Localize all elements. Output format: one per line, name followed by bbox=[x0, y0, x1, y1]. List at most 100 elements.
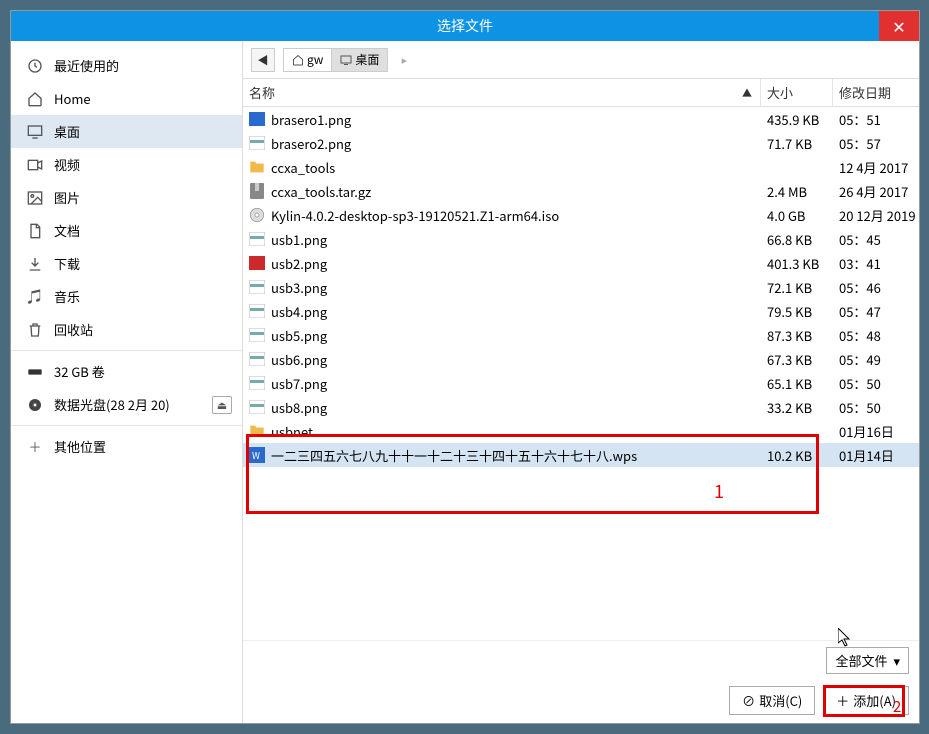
file-row[interactable]: usb2.png 401.3 KB03：41 bbox=[243, 251, 919, 275]
file-row[interactable]: usb7.png65.1 KB05：50 bbox=[243, 371, 919, 395]
forward-button[interactable]: ▸ bbox=[392, 48, 416, 72]
sidebar-item-trash[interactable]: 回收站 bbox=[11, 313, 242, 346]
desktop-icon bbox=[26, 123, 44, 141]
music-icon: ♫ bbox=[26, 288, 44, 306]
file-row[interactable]: usbnet 01月16日 bbox=[243, 419, 919, 443]
chevron-down-icon: ▾ bbox=[893, 651, 900, 670]
plus-icon: ＋ bbox=[836, 691, 849, 710]
file-row[interactable]: ccxa_tools 12 4月 2017 bbox=[243, 155, 919, 179]
file-name-cell: usb8.png bbox=[243, 398, 761, 417]
sidebar-item-drive[interactable]: 32 GB 卷 bbox=[11, 355, 242, 388]
add-label: 添加(A) bbox=[853, 691, 896, 710]
video-icon bbox=[26, 156, 44, 174]
column-header-size[interactable]: 大小 bbox=[761, 79, 833, 106]
file-name-cell: brasero2.png bbox=[243, 134, 761, 153]
file-row[interactable]: brasero1.png435.9 KB05：51 bbox=[243, 107, 919, 131]
file-name-text: 一二三四五六七八九十十一十二十三十四十五十六十七十八.wps bbox=[271, 446, 637, 465]
file-icon bbox=[249, 255, 265, 271]
file-row[interactable]: Kylin-4.0.2-desktop-sp3-19120521.Z1-arm6… bbox=[243, 203, 919, 227]
close-button[interactable]: ✕ bbox=[879, 11, 919, 41]
file-name-cell: usb5.png bbox=[243, 326, 761, 345]
sidebar-item-document[interactable]: 文档 bbox=[11, 214, 242, 247]
cancel-label: 取消(C) bbox=[759, 691, 802, 710]
file-name-cell: Kylin-4.0.2-desktop-sp3-19120521.Z1-arm6… bbox=[243, 206, 761, 225]
file-icon bbox=[249, 159, 265, 175]
sidebar-item-disc[interactable]: 数据光盘(28 2月 20)⏏ bbox=[11, 388, 242, 421]
file-row[interactable]: ccxa_tools.tar.gz2.4 MB26 4月 2017 bbox=[243, 179, 919, 203]
chevron-left-icon: ◀ bbox=[258, 52, 269, 68]
breadcrumb-label: 桌面 bbox=[355, 51, 379, 68]
file-date-cell: 26 4月 2017 bbox=[833, 182, 919, 201]
sidebar-item-other[interactable]: ＋ 其他位置 bbox=[11, 430, 242, 463]
file-date-cell: 05：46 bbox=[833, 278, 919, 297]
file-row[interactable]: usb8.png33.2 KB05：50 bbox=[243, 395, 919, 419]
sidebar-item-desktop[interactable]: 桌面 bbox=[11, 115, 242, 148]
cancel-button[interactable]: ⊘ 取消(C) bbox=[729, 686, 815, 715]
back-button[interactable]: ◀ bbox=[251, 48, 275, 72]
sidebar-item-home[interactable]: Home bbox=[11, 82, 242, 115]
file-icon bbox=[249, 279, 265, 295]
breadcrumb-segment-desktop[interactable]: 桌面 bbox=[332, 49, 387, 71]
file-name-cell: ccxa_tools bbox=[243, 158, 761, 177]
file-type-filter[interactable]: 全部文件 ▾ bbox=[826, 647, 909, 674]
home-icon bbox=[292, 54, 304, 66]
sidebar-item-clock[interactable]: 最近使用的 bbox=[11, 49, 242, 82]
file-row[interactable]: usb1.png66.8 KB05：45 bbox=[243, 227, 919, 251]
file-date-cell: 20 12月 2019 bbox=[833, 206, 919, 225]
annotation-label-2: 2 bbox=[893, 696, 901, 717]
file-name-text: usb3.png bbox=[271, 278, 327, 297]
file-row[interactable]: usb3.png72.1 KB05：46 bbox=[243, 275, 919, 299]
file-date-cell: 03：41 bbox=[833, 254, 919, 273]
file-name-cell: usb3.png bbox=[243, 278, 761, 297]
file-row[interactable]: usb6.png67.3 KB05：49 bbox=[243, 347, 919, 371]
file-name-text: usb8.png bbox=[271, 398, 327, 417]
file-name-text: Kylin-4.0.2-desktop-sp3-19120521.Z1-arm6… bbox=[271, 206, 559, 225]
sidebar-item-image[interactable]: 图片 bbox=[11, 181, 242, 214]
file-name-cell: ccxa_tools.tar.gz bbox=[243, 182, 761, 201]
separator bbox=[11, 425, 242, 426]
file-date-cell: 05：45 bbox=[833, 230, 919, 249]
file-name-cell: usb1.png bbox=[243, 230, 761, 249]
file-icon bbox=[249, 375, 265, 391]
sort-asc-icon: ▲ bbox=[742, 85, 752, 100]
file-date-cell: 05：50 bbox=[833, 398, 919, 417]
dialog-body: 最近使用的Home桌面视频图片文档下载♫音乐回收站 32 GB 卷数据光盘(28… bbox=[11, 41, 919, 723]
file-date-cell: 05：48 bbox=[833, 326, 919, 345]
file-list[interactable]: brasero1.png435.9 KB05：51brasero2.png71.… bbox=[243, 107, 919, 640]
file-size-cell: 401.3 KB bbox=[761, 254, 833, 273]
file-size-cell: 79.5 KB bbox=[761, 302, 833, 321]
file-date-cell: 05：51 bbox=[833, 110, 919, 129]
sidebar-item-music[interactable]: ♫音乐 bbox=[11, 280, 242, 313]
breadcrumb: gw 桌面 bbox=[283, 48, 388, 72]
file-row[interactable]: brasero2.png71.7 KB05：57 bbox=[243, 131, 919, 155]
sidebar-item-label: 下载 bbox=[54, 254, 80, 273]
file-name-cell: usbnet bbox=[243, 422, 761, 441]
sidebar-item-video[interactable]: 视频 bbox=[11, 148, 242, 181]
column-header-name[interactable]: 名称 ▲ bbox=[243, 79, 761, 106]
file-date-cell: 12 4月 2017 bbox=[833, 158, 919, 177]
file-name-text: usb7.png bbox=[271, 374, 327, 393]
file-row[interactable]: W一二三四五六七八九十十一十二十三十四十五十六十七十八.wps10.2 KB01… bbox=[243, 443, 919, 467]
breadcrumb-label: gw bbox=[307, 51, 323, 68]
download-icon bbox=[26, 255, 44, 273]
file-row[interactable]: usb5.png87.3 KB05：48 bbox=[243, 323, 919, 347]
image-icon bbox=[26, 189, 44, 207]
action-buttons: ⊘ 取消(C) ＋ 添加(A) bbox=[243, 680, 919, 723]
file-name-text: usb2.png bbox=[271, 254, 327, 273]
eject-icon[interactable]: ⏏ bbox=[212, 396, 232, 414]
file-date-cell: 05：50 bbox=[833, 374, 919, 393]
sidebar-item-download[interactable]: 下载 bbox=[11, 247, 242, 280]
file-date-cell: 01月16日 bbox=[833, 422, 919, 441]
column-header-date[interactable]: 修改日期 bbox=[833, 79, 919, 106]
file-icon bbox=[249, 351, 265, 367]
file-size-cell: 435.9 KB bbox=[761, 110, 833, 129]
file-name-text: brasero2.png bbox=[271, 134, 351, 153]
breadcrumb-segment-home[interactable]: gw bbox=[284, 49, 332, 71]
dialog-title: 选择文件 bbox=[437, 16, 493, 36]
file-icon bbox=[249, 135, 265, 151]
file-row[interactable]: usb4.png79.5 KB05：47 bbox=[243, 299, 919, 323]
file-name-text: usb4.png bbox=[271, 302, 327, 321]
file-size-cell: 10.2 KB bbox=[761, 446, 833, 465]
filter-label: 全部文件 bbox=[835, 651, 887, 670]
file-name-cell: W一二三四五六七八九十十一十二十三十四十五十六十七十八.wps bbox=[243, 446, 761, 465]
